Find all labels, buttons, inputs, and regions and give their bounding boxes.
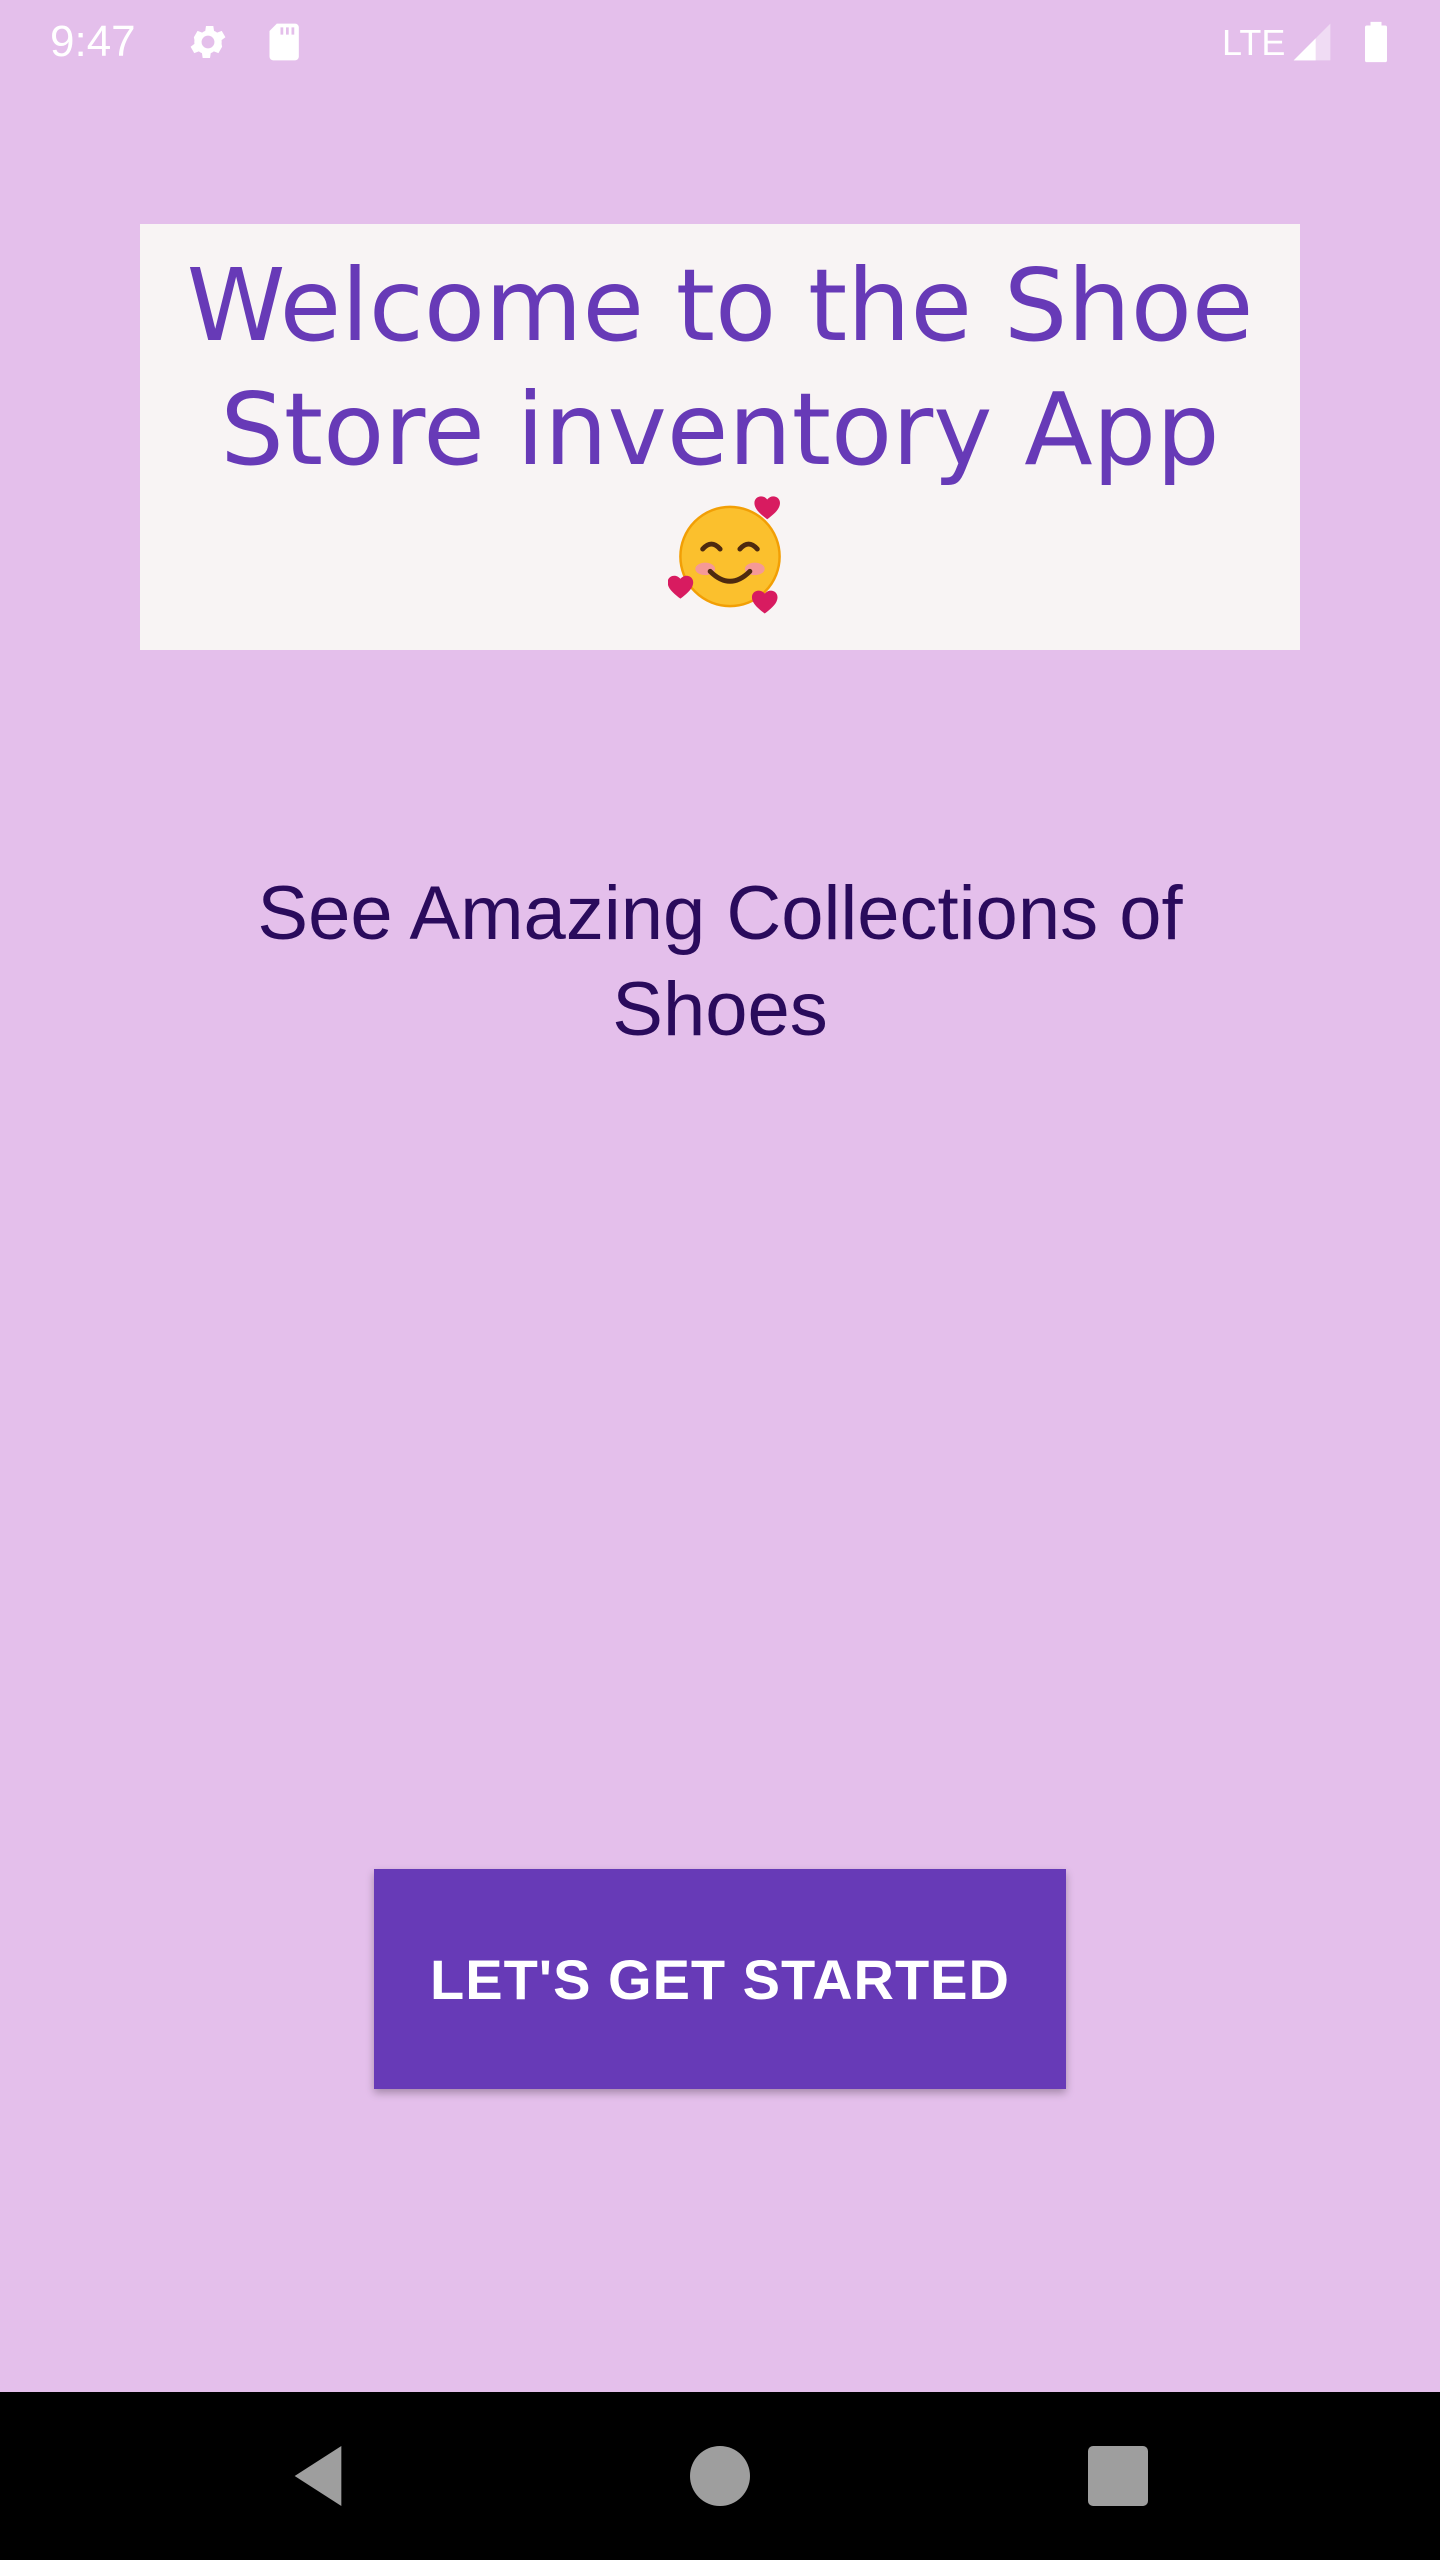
- gear-icon: [186, 20, 230, 64]
- navigation-bar: [0, 2392, 1440, 2560]
- signal-icon: [1290, 20, 1334, 64]
- smiling-face-with-hearts-icon: [668, 492, 792, 616]
- home-icon[interactable]: [680, 2436, 760, 2516]
- sd-card-icon: [264, 20, 308, 64]
- battery-icon: [1354, 20, 1398, 64]
- network-type: LTE: [1222, 22, 1286, 63]
- status-time: 9:47: [50, 17, 136, 66]
- welcome-title-text: Welcome to the Shoe Store inventory App: [186, 247, 1254, 488]
- status-bar: 9:47 LTE: [0, 0, 1440, 84]
- back-icon[interactable]: [278, 2436, 358, 2516]
- get-started-button[interactable]: LET'S GET STARTED: [374, 1869, 1066, 2089]
- welcome-card: Welcome to the Shoe Store inventory App: [140, 224, 1300, 650]
- subtitle: See Amazing Collections of Shoes: [257, 871, 1183, 1052]
- recents-icon[interactable]: [1078, 2436, 1158, 2516]
- welcome-title: Welcome to the Shoe Store inventory App: [160, 244, 1280, 630]
